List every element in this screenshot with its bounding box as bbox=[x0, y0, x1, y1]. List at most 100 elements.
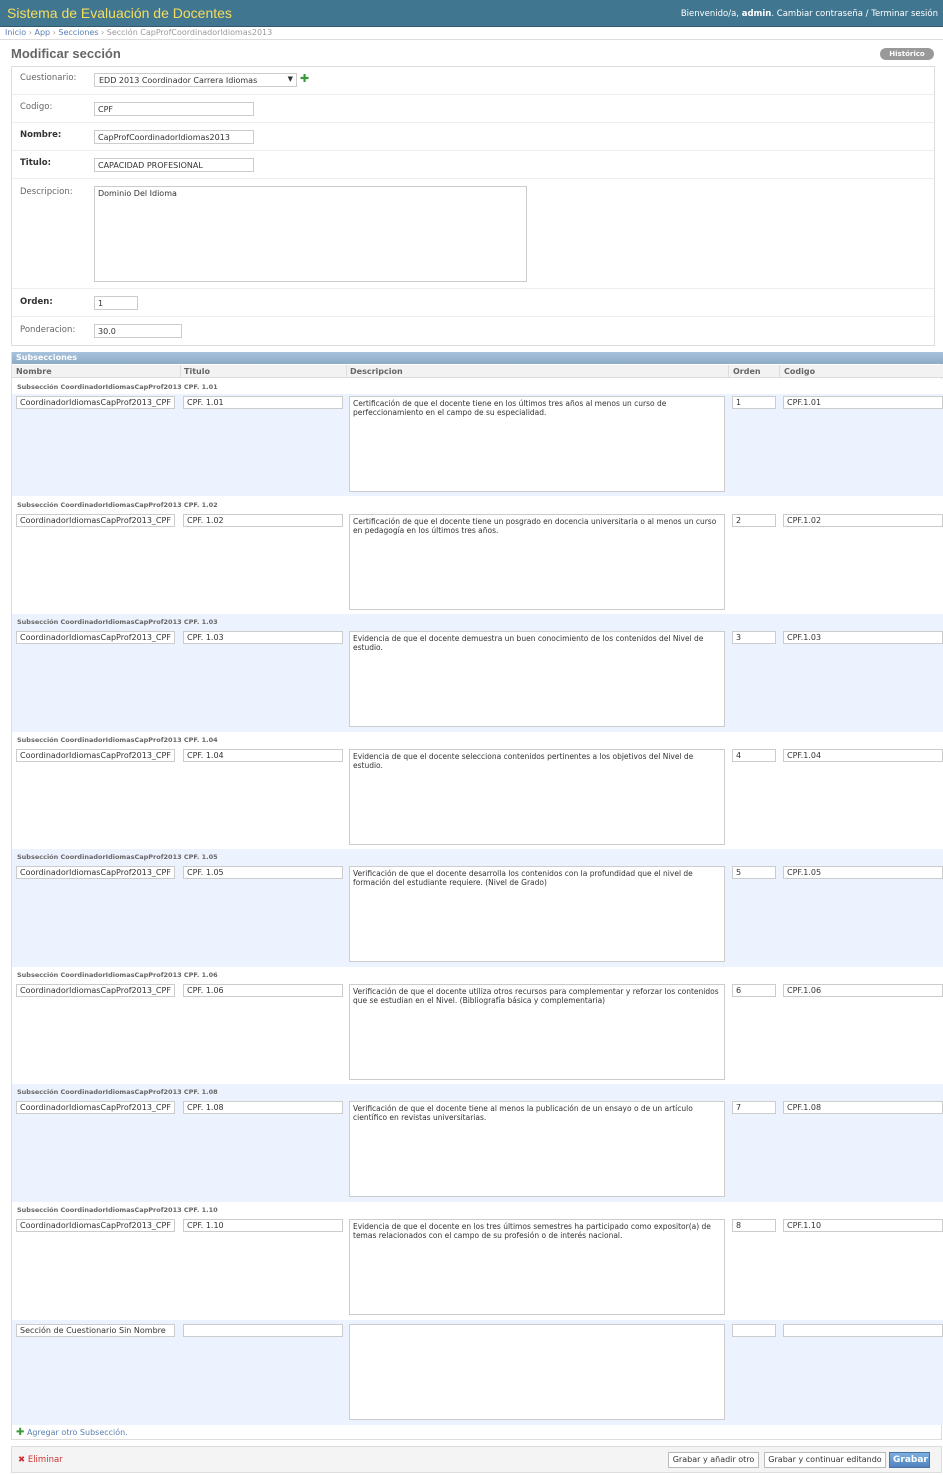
codigo-input[interactable] bbox=[94, 102, 254, 116]
subsection-label: Subsección CoordinadorIdiomasCapProf2013… bbox=[17, 971, 218, 979]
site-title[interactable]: Sistema de Evaluación de Docentes bbox=[7, 5, 232, 21]
subsection-codigo-input[interactable] bbox=[783, 866, 943, 879]
subsection-titulo-input[interactable] bbox=[183, 631, 343, 644]
subsection-label: Subsección CoordinadorIdiomasCapProf2013… bbox=[17, 618, 218, 626]
subsection-nombre-input[interactable] bbox=[16, 1219, 175, 1232]
subsection-titulo-input[interactable] bbox=[183, 1324, 343, 1337]
inline-header: Nombre Titulo Descripcion Orden Codigo bbox=[12, 365, 943, 378]
subsection-codigo-input[interactable] bbox=[783, 1101, 943, 1114]
subsection-nombre-input[interactable] bbox=[16, 1324, 175, 1337]
subsection-codigo-input[interactable] bbox=[783, 984, 943, 997]
form-row-descripcion: Descripcion: Dominio Del Idioma bbox=[12, 179, 934, 289]
descripcion-textarea[interactable]: Dominio Del Idioma bbox=[94, 186, 527, 282]
subsection-row-empty bbox=[12, 1320, 943, 1425]
add-icon: ✚ bbox=[16, 1427, 25, 1438]
section-form: Cuestionario: EDD 2013 Coordinador Carre… bbox=[11, 66, 935, 346]
subsection-codigo-input[interactable] bbox=[783, 514, 943, 527]
col-descripcion: Descripcion bbox=[350, 367, 403, 376]
codigo-label: Codigo: bbox=[20, 102, 53, 112]
orden-input[interactable] bbox=[94, 296, 138, 310]
form-row-orden: Orden: bbox=[12, 289, 934, 317]
breadcrumb-sections[interactable]: Secciones bbox=[58, 28, 98, 37]
subsection-codigo-input[interactable] bbox=[783, 396, 943, 409]
subsection-titulo-input[interactable] bbox=[183, 1101, 343, 1114]
history-button[interactable]: Histórico bbox=[880, 48, 934, 60]
nombre-input[interactable] bbox=[94, 130, 254, 144]
subsection-descripcion-textarea[interactable]: Certificación de que el docente tiene un… bbox=[349, 514, 725, 610]
subsection-codigo-input[interactable] bbox=[783, 1324, 943, 1337]
subsection-descripcion-textarea[interactable]: Evidencia de que el docente selecciona c… bbox=[349, 749, 725, 845]
subsection-nombre-input[interactable] bbox=[16, 866, 175, 879]
subsection-orden-input[interactable] bbox=[732, 631, 776, 644]
breadcrumb-app[interactable]: App bbox=[34, 28, 50, 37]
subsection-titulo-input[interactable] bbox=[183, 514, 343, 527]
subsection-orden-input[interactable] bbox=[732, 396, 776, 409]
subsection-orden-input[interactable] bbox=[732, 514, 776, 527]
subsection-nombre-input[interactable] bbox=[16, 396, 175, 409]
change-password-link[interactable]: Cambiar contraseña bbox=[777, 9, 863, 19]
subsection-codigo-input[interactable] bbox=[783, 631, 943, 644]
save-and-continue-button[interactable]: Grabar y continuar editando bbox=[764, 1452, 886, 1468]
form-row-nombre: Nombre: bbox=[12, 123, 934, 151]
col-divider bbox=[180, 365, 181, 378]
user-tools: Bienvenido/a, admin. Cambiar contraseña … bbox=[680, 9, 938, 19]
breadcrumb-sep: › bbox=[28, 28, 32, 37]
subsection-titulo-input[interactable] bbox=[183, 984, 343, 997]
col-codigo: Codigo bbox=[784, 367, 816, 376]
subsection-descripcion-textarea[interactable]: Verificación de que el docente tiene al … bbox=[349, 1101, 725, 1197]
subsection-codigo-input[interactable] bbox=[783, 1219, 943, 1232]
descripcion-label: Descripcion: bbox=[20, 187, 73, 197]
col-divider bbox=[346, 365, 347, 378]
subsection-nombre-input[interactable] bbox=[16, 514, 175, 527]
subsection-descripcion-textarea[interactable]: Evidencia de que el docente en los tres … bbox=[349, 1219, 725, 1315]
subsection-descripcion-textarea[interactable]: Verificación de que el docente desarroll… bbox=[349, 866, 725, 962]
breadcrumb-current: Sección CapProfCoordinadorIdiomas2013 bbox=[106, 28, 273, 37]
titulo-input[interactable] bbox=[94, 158, 254, 172]
submit-row: ✖ Eliminar Grabar y añadir otro Grabar y… bbox=[11, 1446, 942, 1473]
subsection-descripcion-textarea[interactable]: Evidencia de que el docente demuestra un… bbox=[349, 631, 725, 727]
subsection-orden-input[interactable] bbox=[732, 1324, 776, 1337]
subsection-descripcion-textarea[interactable] bbox=[349, 1324, 725, 1420]
subsection-nombre-input[interactable] bbox=[16, 749, 175, 762]
username: admin bbox=[741, 9, 772, 19]
subsection-row: Subsección CoordinadorIdiomasCapProf2013… bbox=[12, 379, 943, 497]
orden-label: Orden: bbox=[20, 297, 53, 307]
subsection-orden-input[interactable] bbox=[732, 749, 776, 762]
subsection-nombre-input[interactable] bbox=[16, 1101, 175, 1114]
form-row-cuestionario: Cuestionario: EDD 2013 Coordinador Carre… bbox=[12, 67, 934, 95]
subsection-row: Subsección CoordinadorIdiomasCapProf2013… bbox=[12, 732, 943, 850]
subsection-label: Subsección CoordinadorIdiomasCapProf2013… bbox=[17, 383, 218, 391]
form-row-titulo: Titulo: bbox=[12, 151, 934, 179]
subsection-orden-input[interactable] bbox=[732, 984, 776, 997]
ponderacion-input[interactable] bbox=[94, 324, 182, 338]
subsection-orden-input[interactable] bbox=[732, 1101, 776, 1114]
save-button[interactable]: Grabar bbox=[889, 1452, 930, 1468]
subsection-row: Subsección CoordinadorIdiomasCapProf2013… bbox=[12, 849, 943, 967]
subsection-codigo-input[interactable] bbox=[783, 749, 943, 762]
separator: / bbox=[865, 9, 869, 19]
cuestionario-select[interactable]: EDD 2013 Coordinador Carrera Idiomas ▼ bbox=[94, 73, 297, 87]
subsection-titulo-input[interactable] bbox=[183, 396, 343, 409]
save-and-add-another-button[interactable]: Grabar y añadir otro bbox=[668, 1452, 759, 1468]
subsection-titulo-input[interactable] bbox=[183, 866, 343, 879]
logout-link[interactable]: Terminar sesión bbox=[871, 9, 938, 19]
add-cuestionario-icon[interactable]: ✚ bbox=[300, 72, 309, 85]
col-orden: Orden bbox=[733, 367, 761, 376]
add-another-subsection-link[interactable]: ✚ Agregar otro Subsección. bbox=[16, 1427, 128, 1438]
subsection-nombre-input[interactable] bbox=[16, 984, 175, 997]
subsection-orden-input[interactable] bbox=[732, 1219, 776, 1232]
breadcrumb-home[interactable]: Inicio bbox=[5, 28, 26, 37]
cuestionario-label: Cuestionario: bbox=[20, 73, 77, 83]
subsection-descripcion-textarea[interactable]: Certificación de que el docente tiene en… bbox=[349, 396, 725, 492]
subsection-descripcion-textarea[interactable]: Verificación de que el docente utiliza o… bbox=[349, 984, 725, 1080]
form-row-ponderacion: Ponderacion: bbox=[12, 317, 934, 345]
welcome-text: Bienvenido/a, bbox=[680, 9, 740, 19]
subsection-titulo-input[interactable] bbox=[183, 749, 343, 762]
subsection-orden-input[interactable] bbox=[732, 866, 776, 879]
subsection-titulo-input[interactable] bbox=[183, 1219, 343, 1232]
delete-link[interactable]: ✖ Eliminar bbox=[18, 1455, 63, 1465]
subsection-label: Subsección CoordinadorIdiomasCapProf2013… bbox=[17, 736, 218, 744]
subsection-nombre-input[interactable] bbox=[16, 631, 175, 644]
col-divider bbox=[779, 365, 780, 378]
breadcrumb-sep: › bbox=[52, 28, 56, 37]
